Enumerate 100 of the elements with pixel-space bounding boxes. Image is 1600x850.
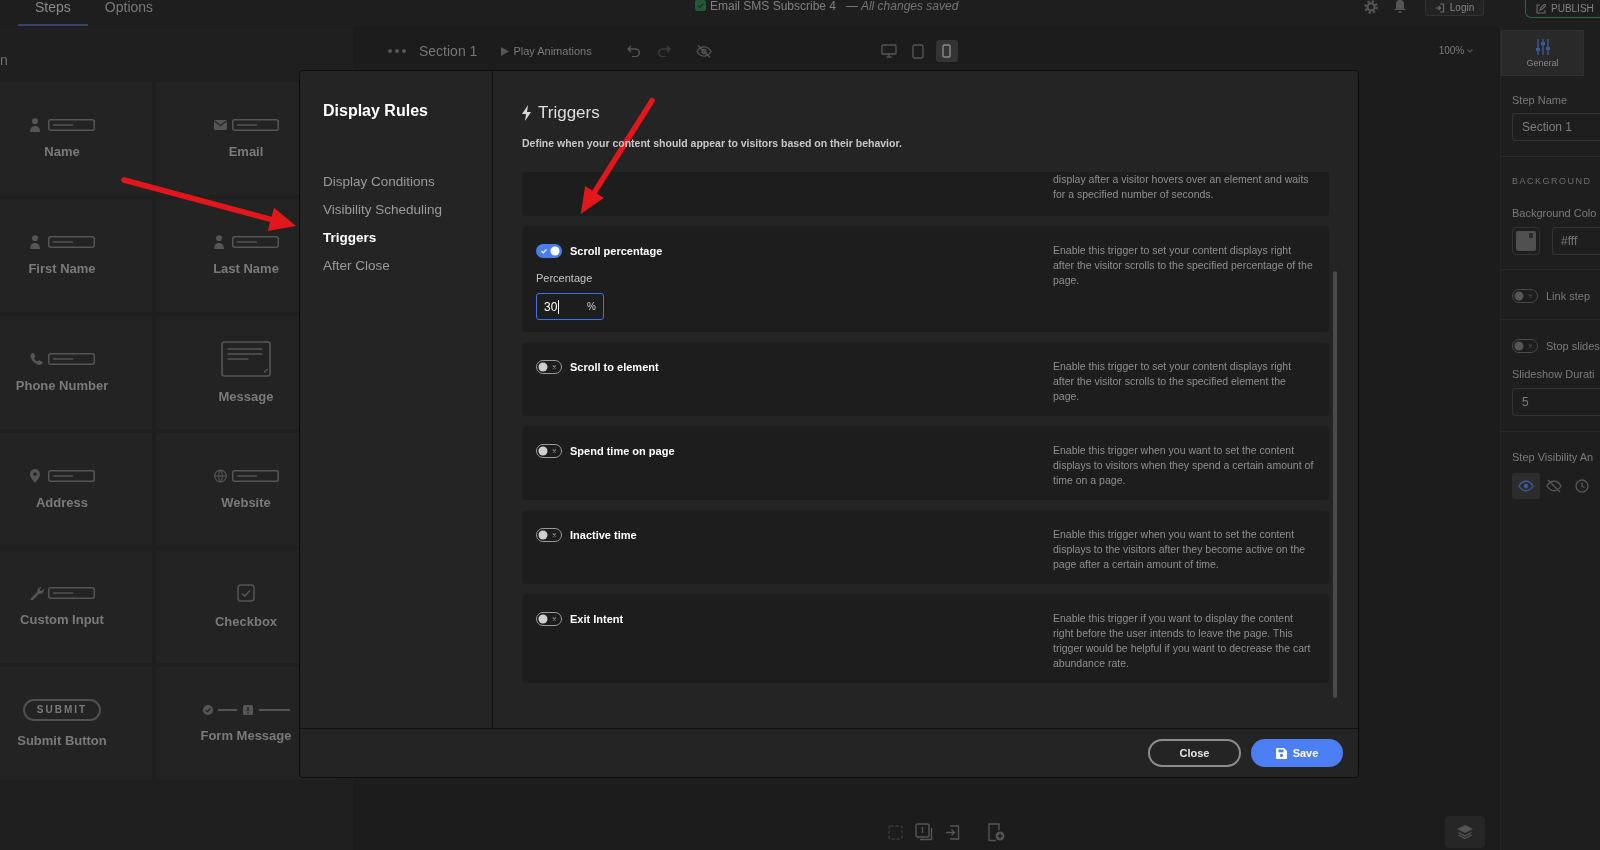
toggle-switch[interactable] [536, 611, 562, 626]
field-label: Step Visibility An [1512, 450, 1595, 464]
toggle-switch[interactable] [1512, 289, 1538, 303]
toggle-label: Link step [1546, 289, 1591, 303]
person-field-icon [213, 234, 279, 249]
layers-icon [1457, 825, 1473, 839]
toggle-switch[interactable] [1512, 339, 1538, 353]
zoom-dropdown[interactable]: 100% [1438, 45, 1474, 57]
device-button[interactable] [935, 40, 958, 62]
caret-icon [1467, 49, 1474, 53]
textarea-icon [221, 340, 271, 377]
close-button[interactable]: Close [1148, 739, 1241, 767]
trigger-title: Inactive time [570, 527, 637, 542]
tile-label: Submit Button [17, 732, 107, 749]
numbered-square-icon [915, 823, 933, 841]
step-button[interactable] [915, 823, 933, 841]
trigger-title: Scroll percentage [570, 243, 663, 258]
eye-icon [1518, 479, 1534, 493]
layers-button[interactable] [1445, 816, 1485, 848]
toggle-switch[interactable] [536, 359, 562, 374]
monitor-icon [880, 44, 897, 58]
element-tile[interactable]: First Name [0, 199, 152, 312]
submit-button-preview: SUBMIT [22, 698, 102, 721]
trigger-title: Spend time on page [570, 443, 675, 458]
envelope-field-icon [213, 117, 279, 132]
undo-button[interactable] [626, 45, 640, 57]
toggle-switch[interactable] [536, 443, 562, 458]
element-tile[interactable]: Name [0, 82, 152, 195]
element-tile[interactable]: Custom Input [0, 550, 152, 663]
login-icon [1434, 2, 1445, 13]
login-button[interactable]: Login [1425, 0, 1484, 16]
trigger-description: Enable this trigger when you want to set the content displays to the visitors after they become active on the page after a certain amount of time. [1053, 527, 1307, 572]
tablet-icon [911, 43, 924, 59]
step-name-field[interactable]: Section 1 [1512, 113, 1600, 141]
frame-button[interactable] [888, 824, 903, 840]
slideshow-duration-field[interactable]: 5 [1512, 388, 1600, 416]
save-button[interactable]: Save [1251, 739, 1343, 767]
enter-icon [945, 824, 960, 840]
tab[interactable]: Options [87, 0, 171, 26]
element-tile[interactable]: Address [0, 433, 152, 546]
dots-icon [388, 49, 406, 53]
save-icon [1275, 747, 1287, 759]
panel-heading: n [0, 52, 8, 68]
settings-tab[interactable]: General [1501, 30, 1584, 76]
section-title: Triggers [538, 102, 600, 124]
lightning-icon [522, 105, 531, 121]
tile-label: Custom Input [20, 611, 104, 628]
field-label: Step Name [1512, 93, 1569, 107]
scrollbar-thumb[interactable] [1333, 271, 1337, 698]
add-page-button[interactable] [987, 822, 1005, 842]
trigger-description: Enable this trigger when you want to set the content displays to visitors when they spend a certain amount of time on a page. [1053, 443, 1315, 488]
tile-label: Phone Number [15, 377, 109, 394]
field-label: Percentage [536, 271, 593, 285]
section-heading: BACKGROUND [1512, 175, 1593, 187]
status-lines-icon [202, 703, 290, 716]
publish-button[interactable]: PUBLISH [1525, 0, 1600, 18]
visibility-option[interactable] [1512, 473, 1540, 499]
field-label: Slideshow Durati [1512, 367, 1596, 381]
frame-icon [888, 824, 903, 840]
redo-button[interactable] [657, 45, 671, 57]
element-tile[interactable]: SUBMIT Submit Button [0, 667, 152, 780]
tile-label: Address [36, 494, 88, 511]
color-value-field[interactable]: #fff [1552, 227, 1600, 255]
globe-field-icon [213, 468, 279, 483]
mobile-phone-icon [942, 44, 952, 58]
trigger-description: Enable this trigger if you want to display the content right before the user intends to leave the page. This trigger would be helpful if you want to decrease the cart abundance rate. [1053, 611, 1312, 671]
trigger-description: Enable this trigger to set your content displays right after the visitor scrolls to the specified element the page. [1053, 359, 1293, 404]
undo-icon [626, 45, 640, 57]
tile-label: Form Message [200, 727, 292, 744]
person-field-icon [29, 234, 95, 249]
trigger-description: Enable this trigger to set your content displays right after the visitor scrolls to the specified percentage of the page. [1053, 243, 1314, 288]
tile-label: First Name [28, 260, 96, 277]
check-square-icon [695, 0, 706, 11]
phone-field-icon [29, 351, 95, 366]
element-tile[interactable]: Phone Number [0, 316, 152, 429]
hide-button[interactable] [695, 44, 712, 58]
edit-icon [1536, 3, 1546, 14]
wrench-field-icon [29, 585, 95, 600]
play-icon [501, 46, 510, 56]
toggle-switch[interactable] [536, 527, 562, 542]
tile-label: Checkbox [214, 613, 278, 630]
eye-off-icon [1546, 479, 1562, 493]
pin-field-icon [29, 468, 95, 483]
play-animations-button[interactable]: Play Animations [501, 44, 592, 58]
tile-label: Email [228, 143, 264, 160]
trigger-description: display after a visitor hovers over an element and waits for a specified number of seconds. [1053, 172, 1310, 202]
sliders-icon [1535, 38, 1550, 55]
funnel-title: Email SMS Subscribe 4 [710, 0, 837, 12]
import-button[interactable] [945, 824, 960, 840]
percentage-field[interactable]: 30 % [536, 293, 604, 320]
tile-label: Last Name [213, 260, 279, 277]
text-cursor-icon [558, 299, 560, 314]
trigger-title: Exit Intent [570, 611, 624, 626]
eye-off-icon [695, 44, 712, 58]
tile-label: Name [44, 143, 80, 160]
settings-icon [1364, 0, 1378, 14]
toggle-switch[interactable] [536, 243, 562, 258]
color-picker-button[interactable] [1512, 227, 1540, 255]
bell-icon [1394, 0, 1406, 13]
trigger-title: Scroll to element [570, 359, 659, 374]
